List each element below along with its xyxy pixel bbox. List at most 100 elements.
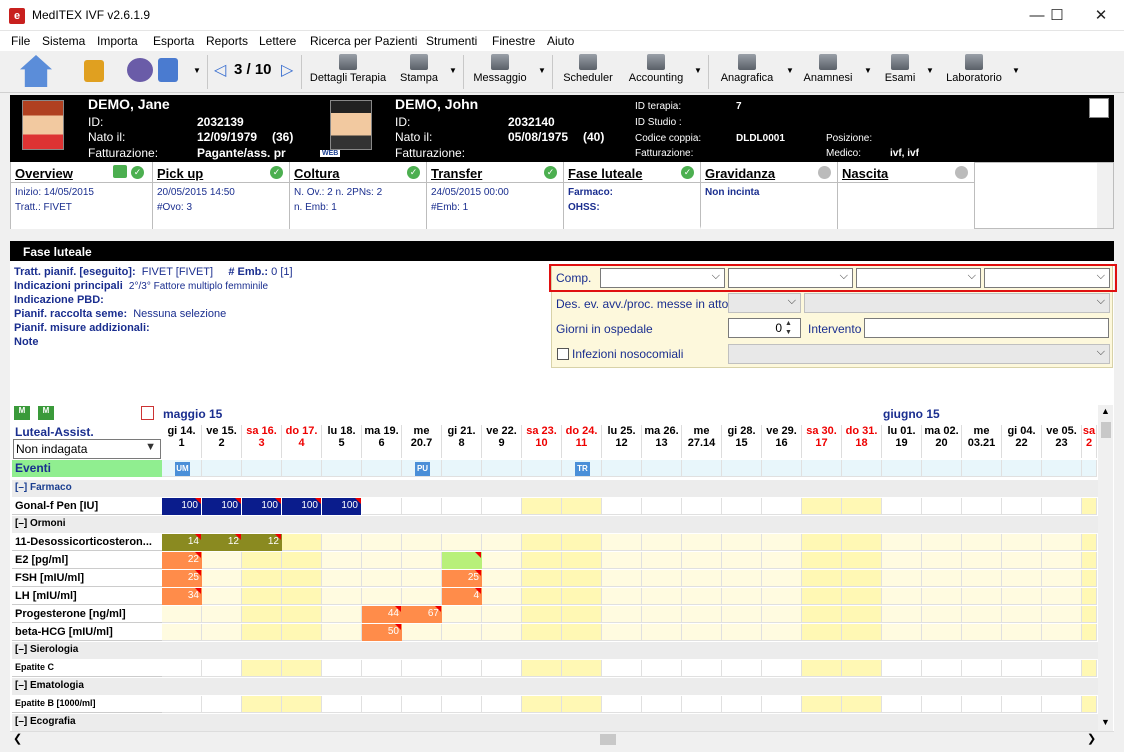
- grid-cell[interactable]: [282, 534, 322, 551]
- grid-cell[interactable]: [1042, 552, 1082, 569]
- grid-cell[interactable]: [882, 498, 922, 515]
- grid-cell[interactable]: [1042, 570, 1082, 587]
- next-icon[interactable]: ▷: [281, 60, 293, 80]
- grid-cell[interactable]: [682, 460, 722, 477]
- grid-cell[interactable]: [282, 570, 322, 587]
- grid-cell[interactable]: [362, 534, 402, 551]
- menu-esporta[interactable]: Esporta: [153, 34, 194, 48]
- grid-cell[interactable]: [1082, 570, 1097, 587]
- grid-cell[interactable]: [602, 534, 642, 551]
- grid-cell[interactable]: [962, 498, 1002, 515]
- grid-cell[interactable]: [1082, 696, 1097, 713]
- grid-cell[interactable]: [322, 588, 362, 605]
- grid-cell[interactable]: [1042, 498, 1082, 515]
- grid-cell[interactable]: [322, 552, 362, 569]
- grid-cell[interactable]: [402, 498, 442, 515]
- grid-cell[interactable]: [642, 660, 682, 677]
- grid-cell[interactable]: [482, 624, 522, 641]
- grid-cell[interactable]: [242, 606, 282, 623]
- tab-coltura[interactable]: Coltura ✓ N. Ov.: 2 n. 2PNs: 2 n. Emb: 1: [290, 162, 427, 229]
- grid-cell[interactable]: [362, 588, 402, 605]
- menu-reports[interactable]: Reports: [206, 34, 248, 48]
- day-header[interactable]: me 20.7: [402, 425, 442, 458]
- grid-cell[interactable]: [682, 624, 722, 641]
- day-header[interactable]: sa 23. 10: [522, 425, 562, 458]
- day-header[interactable]: do 17. 4: [282, 425, 322, 458]
- grid-cell[interactable]: [202, 606, 242, 623]
- grid-cell[interactable]: [202, 460, 242, 477]
- day-header[interactable]: sa 16. 3: [242, 425, 282, 458]
- day-header[interactable]: do 24. 11: [562, 425, 602, 458]
- grid-cell[interactable]: [682, 552, 722, 569]
- grid-cell[interactable]: [482, 570, 522, 587]
- grid-cell[interactable]: [722, 588, 762, 605]
- day-header[interactable]: gi 04. 22: [1002, 425, 1042, 458]
- day-header[interactable]: sa 30. 17: [802, 425, 842, 458]
- sierologia-group-header[interactable]: [–] Sierologia: [12, 642, 1098, 659]
- document-icon[interactable]: [1089, 98, 1109, 118]
- scheduler-button[interactable]: Scheduler: [559, 52, 617, 90]
- grid-cell[interactable]: [202, 552, 242, 569]
- spinner-icon[interactable]: ▲ ▼: [785, 319, 792, 337]
- grid-cell[interactable]: [1082, 552, 1097, 569]
- grid-cell[interactable]: [242, 588, 282, 605]
- grid-cell[interactable]: [642, 606, 682, 623]
- grid-cell[interactable]: [842, 606, 882, 623]
- grid-cell[interactable]: [362, 498, 402, 515]
- grid-cell[interactable]: [842, 570, 882, 587]
- grid-cell[interactable]: [522, 606, 562, 623]
- laboratorio-button[interactable]: Laboratorio: [942, 52, 1006, 90]
- grid-cell[interactable]: [602, 660, 642, 677]
- grid-cell[interactable]: [722, 534, 762, 551]
- grid-cell[interactable]: [522, 588, 562, 605]
- grid-cell[interactable]: [882, 570, 922, 587]
- grid-cell[interactable]: [762, 624, 802, 641]
- grid-cell[interactable]: [482, 460, 522, 477]
- grid-cell[interactable]: [1042, 660, 1082, 677]
- day-header[interactable]: ma 19. 6: [362, 425, 402, 458]
- grid-cell[interactable]: [1042, 696, 1082, 713]
- grid-cell[interactable]: [762, 570, 802, 587]
- grid-cell[interactable]: [802, 588, 842, 605]
- grid-cell[interactable]: [522, 460, 562, 477]
- grid-cell[interactable]: [242, 552, 282, 569]
- grid-cell[interactable]: [562, 570, 602, 587]
- grid-cell[interactable]: [562, 606, 602, 623]
- comp-select-3[interactable]: ⌵: [856, 268, 981, 288]
- grid-cell[interactable]: [922, 460, 962, 477]
- grid-cell[interactable]: [482, 588, 522, 605]
- grid-cell[interactable]: [562, 624, 602, 641]
- scroll-down-icon[interactable]: ▼: [1101, 717, 1110, 727]
- grid-cell[interactable]: [842, 498, 882, 515]
- grid-cell[interactable]: [562, 552, 602, 569]
- des-select-2[interactable]: ⌵: [804, 293, 1110, 313]
- messaggio-dropdown-icon[interactable]: ▼: [538, 66, 546, 75]
- tab-overview[interactable]: Overview ✓ Inizio: 14/05/2015 Tratt.: FI…: [11, 162, 153, 229]
- grid-cell[interactable]: [242, 570, 282, 587]
- grid-cell[interactable]: [562, 660, 602, 677]
- grid-cell[interactable]: [482, 660, 522, 677]
- grid-cell[interactable]: [642, 696, 682, 713]
- grid-cell[interactable]: [882, 588, 922, 605]
- grid-cell[interactable]: [322, 624, 362, 641]
- grid-cell[interactable]: [522, 624, 562, 641]
- grid-cell[interactable]: [882, 696, 922, 713]
- day-header[interactable]: gi 28. 15: [722, 425, 762, 458]
- grid-cell[interactable]: [682, 588, 722, 605]
- grid-cell[interactable]: [762, 606, 802, 623]
- grid-cell[interactable]: [882, 534, 922, 551]
- infezioni-checkbox[interactable]: [557, 348, 569, 360]
- grid-cell[interactable]: [682, 498, 722, 515]
- grid-cell[interactable]: [1082, 534, 1097, 551]
- grid-cell[interactable]: [602, 552, 642, 569]
- grid-cell[interactable]: [842, 534, 882, 551]
- tab-gravidanza[interactable]: Gravidanza Non incinta: [701, 162, 838, 229]
- grid-cell[interactable]: [962, 588, 1002, 605]
- day-header[interactable]: lu 18. 5: [322, 425, 362, 458]
- grid-cell[interactable]: [842, 660, 882, 677]
- grid-cell[interactable]: [322, 570, 362, 587]
- grid-cell[interactable]: [1002, 660, 1042, 677]
- grid-cell[interactable]: [442, 624, 482, 641]
- grid-cell[interactable]: [762, 534, 802, 551]
- grid-cell[interactable]: [362, 552, 402, 569]
